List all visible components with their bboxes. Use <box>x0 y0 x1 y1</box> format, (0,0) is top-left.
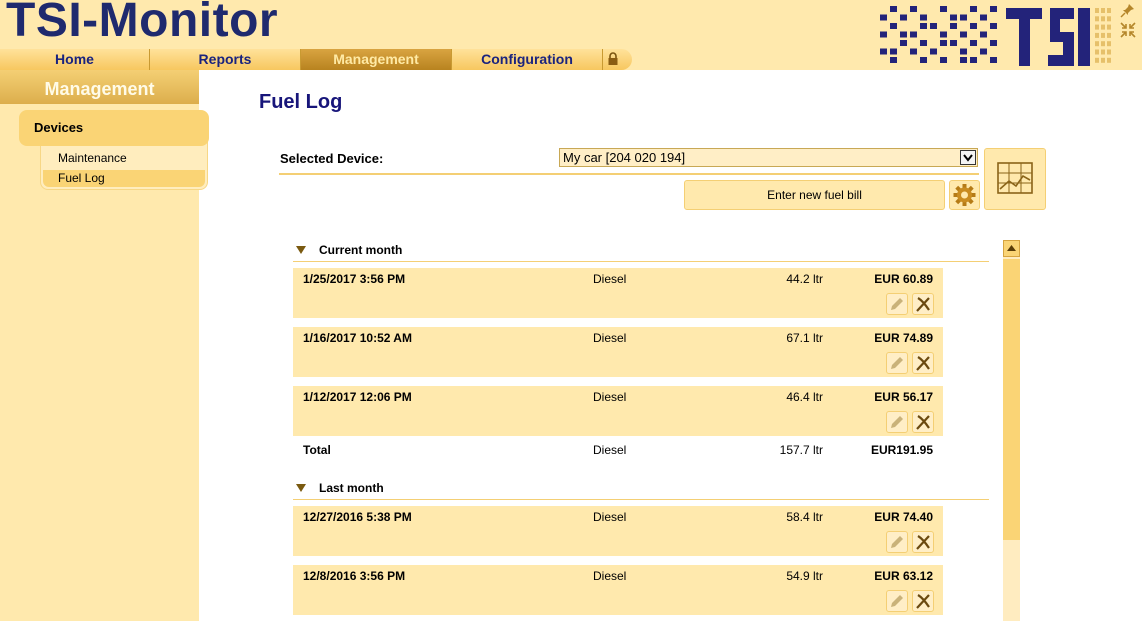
nav-tab-home[interactable]: Home <box>0 49 150 70</box>
nav-tab-reports[interactable]: Reports <box>150 49 301 70</box>
divider <box>279 173 979 175</box>
entry-fuel-type: Diesel <box>593 569 627 583</box>
delete-icon <box>916 356 930 371</box>
entry-volume: 54.9 ltr <box>786 569 823 583</box>
entry-date: 1/12/2017 12:06 PM <box>303 390 412 404</box>
divider <box>293 499 989 500</box>
total-fuel-type: Diesel <box>593 443 627 457</box>
edit-entry-button[interactable] <box>886 293 908 315</box>
entry-date: 12/8/2016 3:56 PM <box>303 569 406 583</box>
device-label: Selected Device: <box>280 151 384 166</box>
gear-icon <box>953 184 976 206</box>
entry-amount: EUR 74.89 <box>874 331 933 345</box>
device-select[interactable]: My car [204 020 194] <box>559 148 978 167</box>
total-row: Total Diesel 157.7 ltr EUR191.95 <box>293 443 943 459</box>
entry-fuel-type: Diesel <box>593 390 627 404</box>
fuel-entry: 1/25/2017 3:56 PM Diesel 44.2 ltr EUR 60… <box>293 268 943 318</box>
edit-entry-button[interactable] <box>886 352 908 374</box>
scrollbar-thumb[interactable] <box>1003 259 1020 540</box>
tsi-logo <box>880 6 1111 66</box>
entry-volume: 58.4 ltr <box>786 510 823 524</box>
nav-tab-management[interactable]: Management <box>301 49 452 70</box>
sidebar-title: Management <box>0 70 199 104</box>
edit-entry-button[interactable] <box>886 531 908 553</box>
delete-icon <box>916 297 930 312</box>
delete-icon <box>916 535 930 550</box>
group-header-last-month[interactable]: Last month <box>293 477 989 500</box>
app-header: TSI-Monitor Home Reports Management Conf… <box>0 0 1142 70</box>
fuel-entry: 1/16/2017 10:52 AM Diesel 67.1 ltr EUR 7… <box>293 327 943 377</box>
total-amount: EUR191.95 <box>870 443 933 457</box>
scrollbar[interactable] <box>1003 240 1020 621</box>
enter-new-fuel-bill-button[interactable]: Enter new fuel bill <box>684 180 945 210</box>
fuel-entry: 12/8/2016 3:56 PM Diesel 54.9 ltr EUR 63… <box>293 565 943 615</box>
entry-date: 1/16/2017 10:52 AM <box>303 331 412 345</box>
total-label: Total <box>303 443 331 457</box>
nav-tab-configuration[interactable]: Configuration <box>452 49 603 70</box>
entry-fuel-type: Diesel <box>593 272 627 286</box>
entry-fuel-type: Diesel <box>593 331 627 345</box>
app-title: TSI-Monitor <box>6 0 279 47</box>
sidebar-item-devices[interactable]: Devices <box>19 110 209 146</box>
group-title: Current month <box>319 243 403 257</box>
pencil-icon <box>891 536 903 548</box>
total-volume: 157.7 ltr <box>779 443 823 457</box>
sidebar: Management Devices Maintenance Fuel Log <box>0 70 209 621</box>
group-title: Last month <box>319 481 384 495</box>
arrow-up-icon <box>1007 245 1016 251</box>
device-select-value: My car [204 020 194] <box>563 150 686 165</box>
delete-icon <box>916 415 930 430</box>
pencil-icon <box>891 595 903 607</box>
entry-amount: EUR 74.40 <box>874 510 933 524</box>
collapse-triangle-icon <box>296 484 306 492</box>
collapse-icon[interactable] <box>1120 22 1136 38</box>
pencil-icon <box>891 298 903 310</box>
chart-icon <box>997 162 1033 194</box>
settings-button[interactable] <box>949 180 980 210</box>
delete-entry-button[interactable] <box>912 590 934 612</box>
pin-icon[interactable] <box>1120 2 1136 18</box>
pencil-icon <box>891 357 903 369</box>
entry-amount: EUR 56.17 <box>874 390 933 404</box>
edit-entry-button[interactable] <box>886 590 908 612</box>
page-title: Fuel Log <box>259 91 343 113</box>
scroll-up-button[interactable] <box>1003 240 1020 257</box>
entry-volume: 67.1 ltr <box>786 331 823 345</box>
edit-entry-button[interactable] <box>886 411 908 433</box>
fuel-entry: 1/12/2017 12:06 PM Diesel 46.4 ltr EUR 5… <box>293 386 943 436</box>
chevron-down-icon[interactable] <box>960 150 976 165</box>
entry-volume: 44.2 ltr <box>786 272 823 286</box>
entry-fuel-type: Diesel <box>593 510 627 524</box>
delete-entry-button[interactable] <box>912 293 934 315</box>
delete-entry-button[interactable] <box>912 411 934 433</box>
delete-entry-button[interactable] <box>912 352 934 374</box>
sidebar-item-fuel-log[interactable]: Fuel Log <box>43 170 205 187</box>
lock-icon[interactable] <box>603 49 623 70</box>
entry-amount: EUR 60.89 <box>874 272 933 286</box>
delete-icon <box>916 594 930 609</box>
divider <box>293 261 989 262</box>
top-navigation: Home Reports Management Configuration <box>0 49 632 70</box>
pencil-icon <box>891 416 903 428</box>
sidebar-item-maintenance[interactable]: Maintenance <box>43 150 205 167</box>
entry-volume: 46.4 ltr <box>786 390 823 404</box>
entry-amount: EUR 63.12 <box>874 569 933 583</box>
fuel-entry: 12/27/2016 5:38 PM Diesel 58.4 ltr EUR 7… <box>293 506 943 556</box>
collapse-triangle-icon <box>296 246 306 254</box>
entry-date: 1/25/2017 3:56 PM <box>303 272 406 286</box>
group-header-current-month[interactable]: Current month <box>293 239 989 262</box>
entry-date: 12/27/2016 5:38 PM <box>303 510 412 524</box>
chart-button[interactable] <box>984 148 1046 210</box>
delete-entry-button[interactable] <box>912 531 934 553</box>
